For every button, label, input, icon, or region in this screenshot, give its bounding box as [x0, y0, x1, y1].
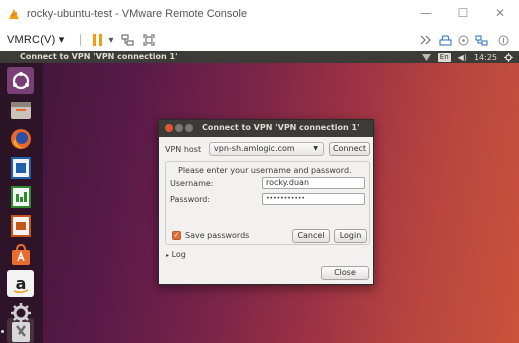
maximize-button[interactable]: ☐: [449, 6, 477, 20]
send-ctrl-alt-del-button[interactable]: [119, 31, 135, 49]
impress-launcher[interactable]: [7, 212, 34, 239]
cd-drive-icon[interactable]: [456, 31, 470, 49]
password-field[interactable]: •••••••••••: [262, 193, 365, 205]
save-passwords-label[interactable]: Save passwords: [185, 231, 249, 240]
pause-button[interactable]: [90, 31, 106, 49]
fullscreen-button[interactable]: [141, 31, 157, 49]
username-label: Username:: [170, 179, 214, 188]
expander-arrow-icon: ▸: [166, 252, 170, 259]
save-passwords-checkbox[interactable]: ✓: [172, 231, 181, 240]
keyboard-layout-indicator[interactable]: En: [437, 52, 451, 62]
toolbar-divider: [80, 34, 81, 46]
panel-indicators: En ◀) 14:25: [421, 51, 513, 63]
username-field[interactable]: rocky.duan: [262, 177, 365, 189]
vmware-app-icon: [9, 9, 19, 19]
cancel-button[interactable]: Cancel: [292, 229, 330, 243]
login-button[interactable]: Login: [334, 229, 367, 243]
calc-launcher[interactable]: [7, 183, 34, 210]
minimize-button[interactable]: —: [412, 6, 440, 20]
dialog-minimize-icon[interactable]: [175, 124, 183, 132]
vmrc-toolbar: VMRC(V) ▾ ▾: [0, 29, 519, 51]
network-wifi-icon[interactable]: [421, 53, 431, 61]
pause-dropdown[interactable]: ▾: [107, 31, 115, 49]
window-titlebar: rocky-ubuntu-test - VMware Remote Consol…: [0, 0, 519, 29]
system-tools-icon: [11, 321, 30, 342]
files-launcher[interactable]: [7, 96, 34, 123]
dialog-titlebar: Connect to VPN 'VPN connection 1': [159, 120, 373, 137]
clock[interactable]: 14:25: [474, 53, 497, 62]
vpn-connect-dialog: Connect to VPN 'VPN connection 1' VPN ho…: [158, 119, 374, 285]
dash-button[interactable]: [7, 67, 34, 94]
close-button[interactable]: Close: [321, 266, 369, 280]
calc-icon: [10, 185, 31, 208]
dialog-title: Connect to VPN 'VPN connection 1': [202, 123, 360, 132]
svg-text:a: a: [15, 274, 26, 293]
amazon-icon: a: [13, 274, 28, 293]
system-tools-launcher[interactable]: [7, 318, 34, 343]
power-gear-icon[interactable]: [504, 52, 513, 62]
unity-launcher: a: [0, 63, 43, 343]
vpn-host-label: VPN host: [165, 145, 202, 154]
volume-icon[interactable]: ◀): [458, 53, 467, 62]
window-title: rocky-ubuntu-test - VMware Remote Consol…: [27, 8, 248, 20]
dialog-close-icon[interactable]: [165, 124, 173, 132]
vpn-host-combo[interactable]: vpn-sh.amlogic.com ▼: [209, 142, 324, 156]
ubuntu-logo-icon: [12, 71, 29, 89]
credentials-prompt: Please enter your username and password.: [178, 166, 352, 175]
ubuntu-top-panel: Connect to VPN 'VPN connection 1' En ◀) …: [0, 51, 519, 63]
firefox-icon: [10, 128, 31, 149]
vmrc-menu-label: VMRC(V): [7, 34, 56, 46]
running-indicator: [1, 330, 4, 333]
fullscreen-icon: [143, 34, 155, 46]
panel-window-title: Connect to VPN 'VPN connection 1': [20, 52, 178, 61]
password-label: Password:: [170, 195, 211, 204]
amazon-launcher[interactable]: a: [7, 270, 34, 297]
log-expander[interactable]: ▸ Log: [166, 250, 186, 259]
writer-icon: [10, 156, 31, 179]
chevron-down-icon: ▼: [313, 145, 318, 152]
log-label: Log: [171, 250, 186, 259]
writer-launcher[interactable]: [7, 154, 34, 181]
settings-circle-icon[interactable]: [496, 31, 510, 49]
firefox-launcher[interactable]: [7, 125, 34, 152]
close-window-button[interactable]: ✕: [486, 6, 514, 20]
connect-button[interactable]: Connect: [329, 142, 370, 156]
software-center-icon: [11, 243, 30, 265]
pause-icon: [93, 34, 102, 46]
chevron-down-icon: ▾: [58, 34, 65, 46]
network-devices-icon: [121, 34, 133, 46]
software-center-launcher[interactable]: [7, 241, 34, 268]
removable-drive-icon[interactable]: [438, 31, 452, 49]
dialog-maximize-icon[interactable]: [185, 124, 193, 132]
impress-icon: [10, 214, 31, 237]
forward-icon[interactable]: [419, 31, 433, 49]
vmrc-menu-button[interactable]: VMRC(V) ▾: [7, 33, 64, 46]
network-adapter-icon[interactable]: [474, 31, 488, 49]
vpn-host-value: vpn-sh.amlogic.com: [214, 144, 295, 153]
files-icon: [10, 101, 31, 119]
